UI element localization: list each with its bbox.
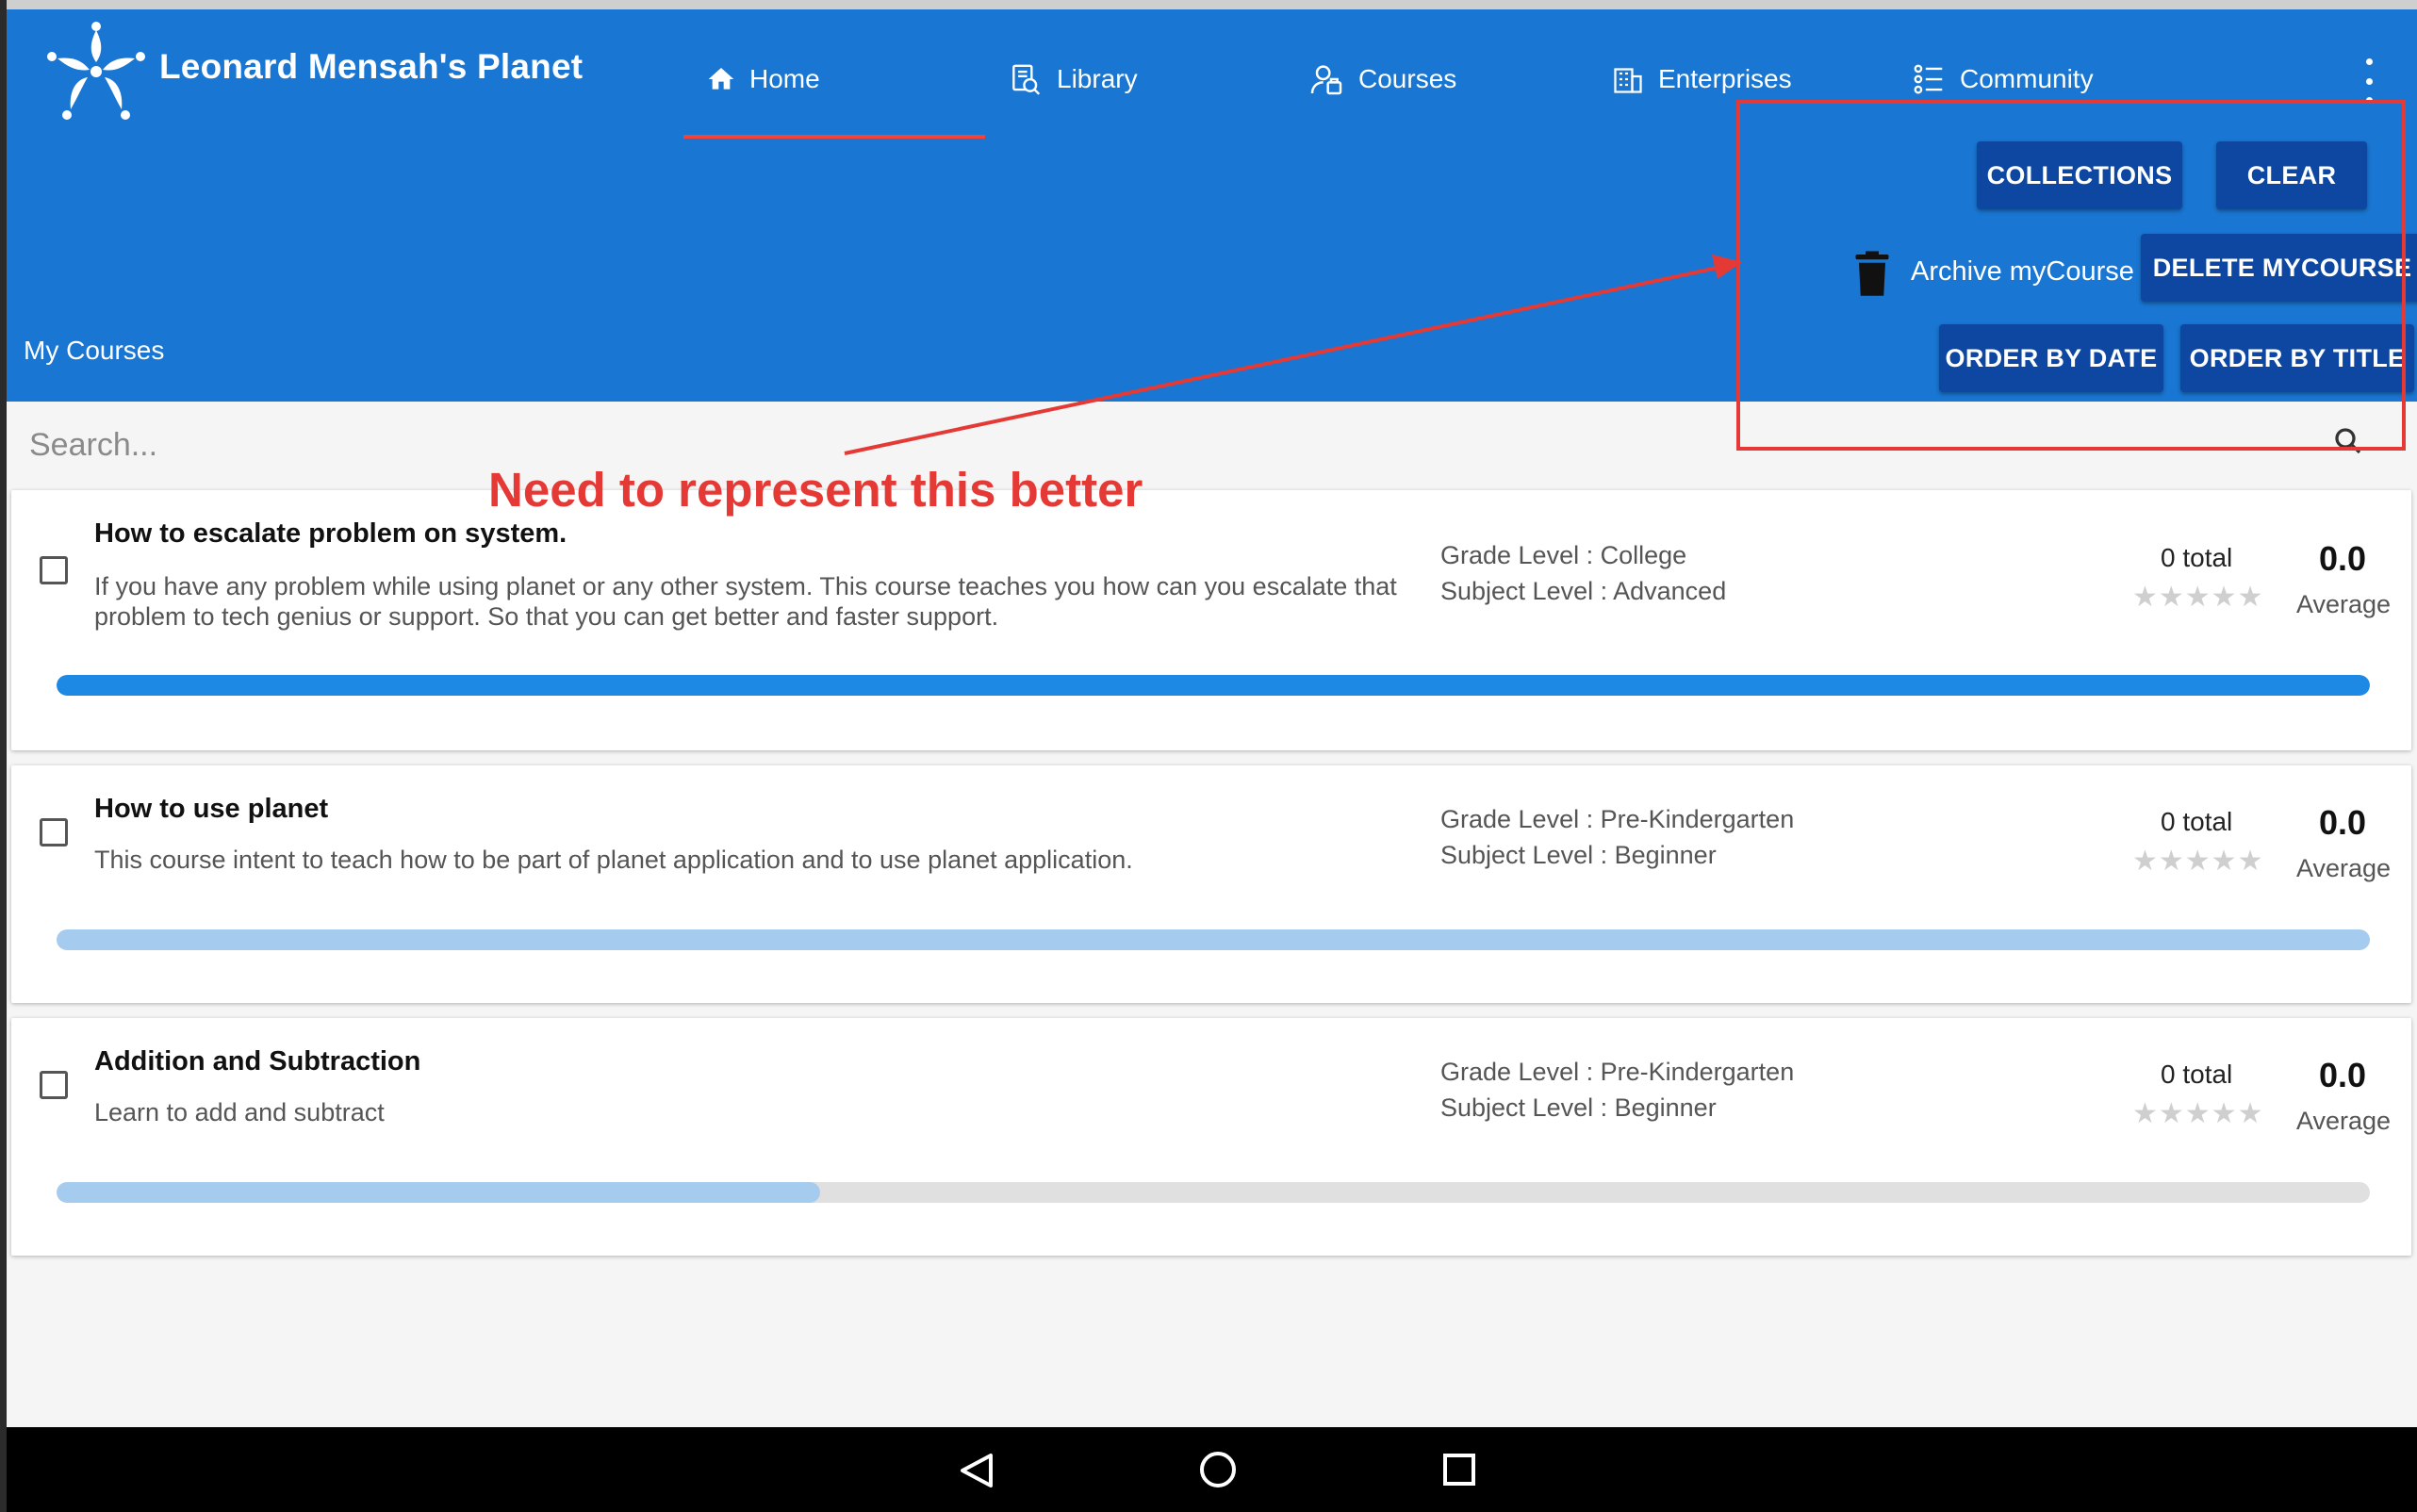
nav-enterprises[interactable]: Enterprises: [1611, 53, 1792, 106]
course-checkbox[interactable]: [40, 1071, 68, 1099]
course-progress-bar: [57, 929, 2370, 950]
enterprises-icon: [1614, 68, 1642, 93]
course-card[interactable]: How to use planet This course intent to …: [11, 765, 2411, 1003]
rating-total: 0 total: [2161, 543, 2233, 572]
course-checkbox[interactable]: [40, 556, 68, 584]
course-progress-fill: [57, 675, 2370, 696]
page-title: My Courses: [24, 336, 165, 365]
course-description: If you have any problem while using plan…: [94, 572, 1397, 631]
brand-name: Leonard Mensah's Planet: [159, 47, 584, 86]
recents-square-icon[interactable]: [1441, 1452, 1477, 1487]
nav-home[interactable]: Home: [706, 53, 820, 106]
course-description: Learn to add and subtract: [94, 1098, 385, 1126]
home-icon: [708, 68, 734, 90]
nav-community-label: Community: [1960, 64, 2094, 93]
planet-logo-icon[interactable]: [44, 21, 148, 124]
rating-total: 0 total: [2161, 1060, 2233, 1089]
rating-stars[interactable]: ★★★★★: [2132, 581, 2263, 614]
annotation-highlight-box: [1736, 100, 2406, 451]
nav-home-label: Home: [749, 64, 820, 93]
course-title[interactable]: How to use planet: [94, 794, 328, 825]
rating-average: 0.0: [2319, 803, 2367, 842]
rating-total: 0 total: [2161, 807, 2233, 836]
course-subject-level: Subject Level : Beginner: [1440, 1093, 1717, 1122]
course-progress-bar: [57, 1182, 2370, 1203]
library-icon: [1012, 64, 1041, 95]
nav-library-label: Library: [1057, 64, 1138, 93]
back-triangle-icon[interactable]: [959, 1452, 995, 1489]
nav-courses[interactable]: Courses: [1307, 53, 1456, 106]
course-progress-fill: [57, 929, 2370, 950]
rating-average-label: Average: [2296, 590, 2392, 618]
system-nav-bar: [7, 1427, 2417, 1512]
status-strip: [7, 0, 2417, 9]
rating-average-label: Average: [2296, 1107, 2392, 1135]
home-circle-icon[interactable]: [1198, 1450, 1238, 1489]
course-card[interactable]: Addition and Subtraction Learn to add an…: [11, 1018, 2411, 1256]
nav-community[interactable]: Community: [1911, 53, 2094, 106]
course-description: This course intent to teach how to be pa…: [94, 846, 1133, 874]
course-checkbox[interactable]: [40, 818, 68, 846]
rating-stars[interactable]: ★★★★★: [2132, 845, 2263, 878]
course-title[interactable]: How to escalate problem on system.: [94, 518, 567, 550]
course-progress-fill: [57, 1182, 820, 1203]
more-vert-icon[interactable]: [2359, 58, 2378, 104]
course-grade-level: Grade Level : Pre-Kindergarten: [1440, 805, 1795, 833]
course-subject-level: Subject Level : Advanced: [1440, 577, 1727, 605]
nav-library[interactable]: Library: [1008, 53, 1138, 106]
nav-enterprises-label: Enterprises: [1658, 64, 1792, 93]
rating-stars[interactable]: ★★★★★: [2132, 1097, 2263, 1130]
community-icon: [1914, 64, 1943, 94]
course-grade-level: Grade Level : Pre-Kindergarten: [1440, 1058, 1795, 1086]
course-grade-level: Grade Level : College: [1440, 541, 1687, 569]
rating-average-label: Average: [2296, 854, 2392, 882]
rating-average: 0.0: [2319, 1056, 2367, 1094]
nav-courses-label: Courses: [1358, 64, 1457, 93]
left-edge: [0, 0, 7, 1512]
course-title[interactable]: Addition and Subtraction: [94, 1046, 420, 1077]
rating-average: 0.0: [2319, 539, 2367, 578]
course-progress-bar: [57, 675, 2370, 696]
annotation-text: Need to represent this better: [488, 463, 1143, 517]
course-card[interactable]: How to escalate problem on system. If yo…: [11, 490, 2411, 750]
courses-icon: [1310, 65, 1342, 95]
course-subject-level: Subject Level : Beginner: [1440, 841, 1717, 869]
active-tab-indicator: [683, 135, 985, 139]
